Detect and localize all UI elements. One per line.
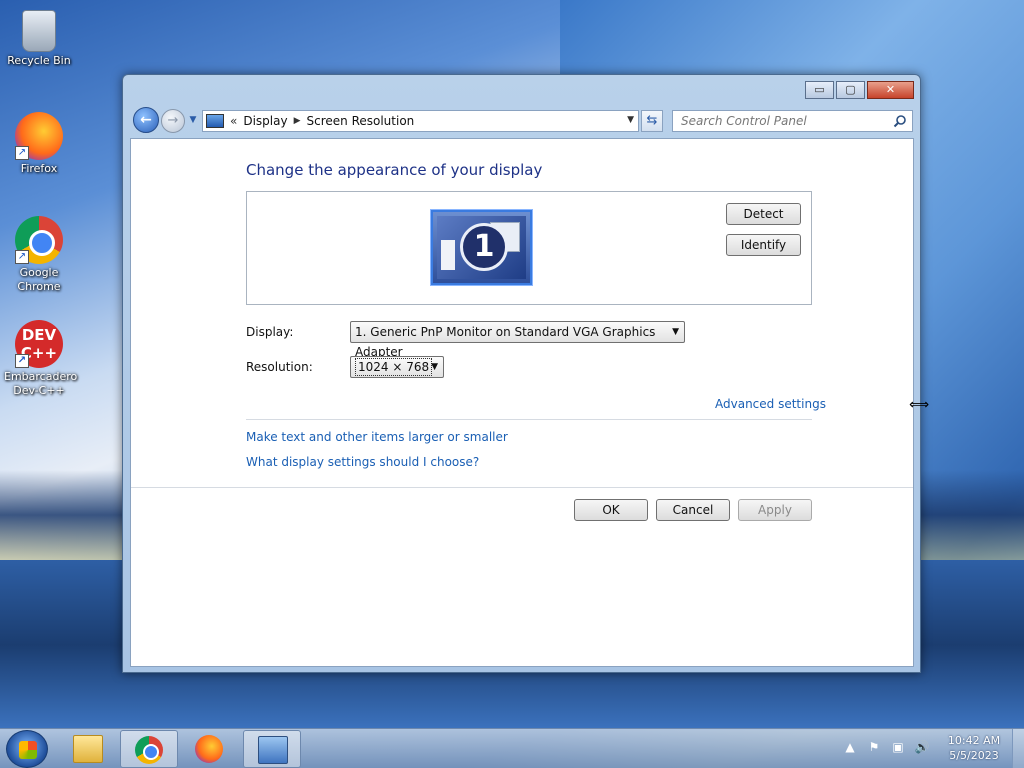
desktop-icon-recycle-bin[interactable]: Recycle Bin	[4, 6, 74, 68]
action-center-flag-icon[interactable]: ⚑	[866, 739, 882, 755]
display-label: Display:	[246, 325, 294, 339]
network-icon[interactable]: ▣	[890, 739, 906, 755]
breadcrumb-arrow-icon[interactable]: ▶	[294, 116, 301, 126]
refresh-icon: ⇆	[646, 113, 658, 128]
window-controls: ▭ ▢ ✕	[805, 81, 914, 99]
identify-button[interactable]: Identify	[726, 234, 801, 256]
chrome-icon: ↗	[15, 216, 63, 264]
chevron-down-icon: ▼	[431, 362, 438, 372]
shortcut-arrow-icon: ↗	[15, 250, 29, 264]
show-hidden-icons-icon[interactable]: ▲	[842, 739, 858, 755]
display-preview-panel: 1 Detect Identify	[246, 191, 812, 305]
back-button[interactable]: ←	[133, 107, 159, 133]
detect-button[interactable]: Detect	[726, 203, 801, 225]
firefox-icon: ↗	[15, 112, 63, 160]
system-tray: ▲ ⚑ ▣ 🔊	[842, 739, 930, 755]
chevron-down-icon: ▼	[189, 115, 197, 125]
monitor-number: 1	[460, 223, 508, 271]
taskbar: ▲ ⚑ ▣ 🔊 10:42 AM 5/5/2023	[0, 728, 1024, 768]
devcpp-icon: DEV C++ ↗	[15, 320, 63, 368]
cancel-button[interactable]: Cancel	[656, 499, 730, 521]
display-select[interactable]: 1. Generic PnP Monitor on Standard VGA G…	[350, 321, 685, 359]
breadcrumb-display[interactable]: Display	[243, 114, 287, 128]
chrome-icon	[135, 736, 163, 764]
ok-button[interactable]: OK	[574, 499, 648, 521]
recycle-bin-icon	[22, 10, 56, 52]
desktop-icon-label: Embarcadero Dev-C++	[4, 370, 78, 397]
divider	[131, 487, 913, 488]
close-button[interactable]: ✕	[867, 81, 914, 99]
shortcut-arrow-icon: ↗	[15, 354, 29, 368]
text-size-link[interactable]: Make text and other items larger or smal…	[246, 430, 508, 444]
display-select-value: 1. Generic PnP Monitor on Standard VGA G…	[355, 325, 656, 359]
content-pane: Change the appearance of your display 1 …	[130, 138, 914, 667]
breadcrumb-overflow[interactable]: «	[230, 114, 237, 128]
search-input[interactable]: Search Control Panel	[672, 110, 913, 132]
forward-arrow-icon: →	[167, 113, 179, 128]
desktop-icon-label: Google Chrome	[17, 266, 61, 293]
desktop-icon-google-chrome[interactable]: ↗ Google Chrome	[4, 216, 74, 294]
forward-button[interactable]: →	[161, 109, 185, 133]
windows-logo-icon	[19, 741, 37, 759]
page-title: Change the appearance of your display	[246, 161, 543, 179]
shortcut-arrow-icon: ↗	[15, 146, 29, 160]
resolution-select[interactable]: 1024 × 768 ▼	[350, 356, 444, 378]
address-dropdown-icon[interactable]: ▼	[627, 115, 634, 125]
back-arrow-icon: ←	[140, 112, 152, 128]
monitor-sidebar-glyph	[441, 240, 455, 270]
apply-button[interactable]: Apply	[738, 499, 812, 521]
monitor-1-icon[interactable]: 1	[431, 210, 532, 285]
taskbar-item-firefox[interactable]	[181, 730, 239, 768]
display-settings-help-link[interactable]: What display settings should I choose?	[246, 455, 479, 469]
show-desktop-button[interactable]	[1012, 729, 1024, 768]
search-icon[interactable]	[893, 114, 907, 128]
recent-pages-dropdown[interactable]: ▼	[187, 113, 199, 127]
control-panel-icon	[206, 114, 224, 128]
breadcrumb-screen-resolution[interactable]: Screen Resolution	[307, 114, 415, 128]
clock-time: 10:42 AM	[947, 734, 1001, 747]
navigation-bar: ← → ▼ « Display ▶ Screen Resolution ▼ ⇆ …	[131, 105, 913, 133]
clock-date: 5/5/2023	[949, 749, 999, 762]
clock[interactable]: 10:42 AM 5/5/2023	[946, 733, 1002, 763]
taskbar-item-explorer[interactable]	[59, 730, 117, 768]
resolution-select-value: 1024 × 768	[355, 358, 433, 376]
divider	[246, 419, 812, 420]
minimize-button[interactable]: ▭	[805, 81, 834, 99]
refresh-button[interactable]: ⇆	[641, 110, 663, 132]
advanced-settings-link[interactable]: Advanced settings	[715, 397, 826, 411]
desktop-icon-firefox[interactable]: ↗ Firefox	[4, 112, 74, 176]
maximize-button[interactable]: ▢	[836, 81, 865, 99]
monitor-screen: 1	[437, 216, 526, 279]
taskbar-item-chrome[interactable]	[120, 730, 178, 768]
volume-icon[interactable]: 🔊	[914, 739, 930, 755]
resolution-label: Resolution:	[246, 360, 313, 374]
desktop-icon-devcpp[interactable]: DEV C++ ↗ Embarcadero Dev-C++	[4, 320, 78, 398]
address-bar[interactable]: « Display ▶ Screen Resolution ▼	[202, 110, 639, 132]
search-placeholder: Search Control Panel	[681, 114, 807, 128]
display-settings-icon	[258, 736, 288, 764]
folder-icon	[73, 735, 103, 763]
desktop-icon-label: Recycle Bin	[7, 54, 71, 67]
chevron-down-icon: ▼	[672, 327, 679, 337]
firefox-icon	[195, 735, 223, 763]
start-button[interactable]	[6, 730, 48, 768]
resize-cursor-icon: ⟺	[909, 397, 930, 413]
desktop-icon-label: Firefox	[20, 162, 58, 175]
screen-resolution-window: ▭ ▢ ✕ ← → ▼ « Display ▶ Screen Resolutio…	[122, 74, 921, 673]
taskbar-item-screen-resolution[interactable]	[243, 730, 301, 768]
